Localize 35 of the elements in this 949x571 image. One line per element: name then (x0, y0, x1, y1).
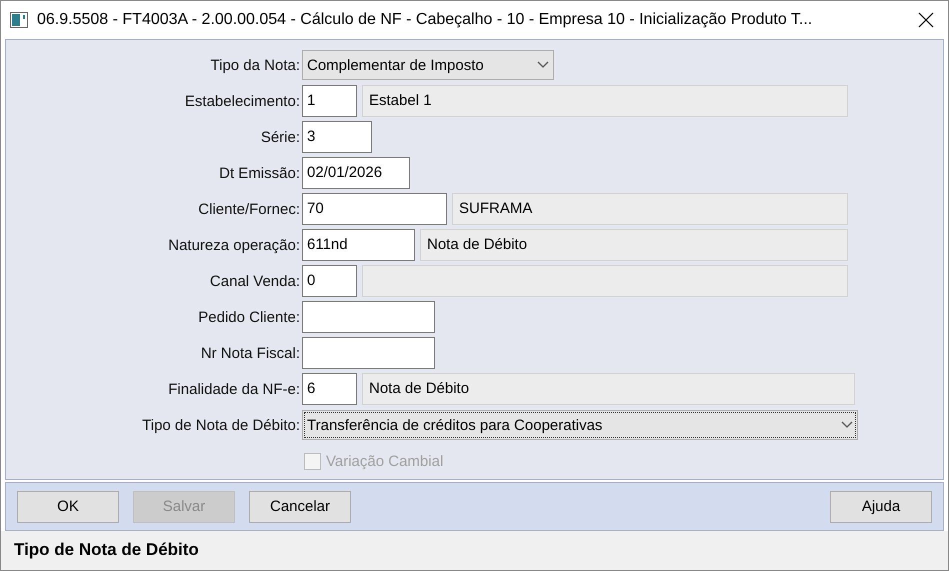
checkbox-label: Variação Cambial (326, 452, 444, 470)
field-label: Estabelecimento: (184, 92, 301, 110)
field-label: Finalidade da NF-e: (167, 380, 301, 398)
readonly-field: Nota de Débito (420, 229, 848, 262)
dialog-button[interactable]: Cancelar (249, 490, 351, 522)
field-label: Canal Venda: (208, 272, 301, 290)
readonly-field: Estabel 1 (362, 85, 848, 118)
chevron-icon (841, 421, 853, 430)
dialog-button[interactable]: OK (17, 490, 119, 522)
input-field[interactable] (302, 301, 435, 334)
field-label: Cliente/Fornec: (197, 200, 301, 218)
chevron-icon (537, 61, 549, 70)
input-field[interactable]: 611nd (302, 229, 415, 262)
app-icon (10, 12, 28, 28)
dropdown[interactable]: Transferência de créditos para Cooperativas (302, 410, 858, 440)
input-field[interactable]: 0 (302, 265, 357, 298)
dialog-button[interactable]: Ajuda (830, 490, 932, 522)
status-bar: Tipo de Nota de Débito (1, 530, 948, 570)
window-title: 06.9.5508 - FT4003A - 2.00.00.054 - Cálculo de NF - Cabeçalho - 10 - Empresa 10 - Inicialização Produto T... (37, 11, 814, 30)
input-field[interactable]: 6 (302, 373, 357, 406)
input-field[interactable]: 70 (302, 193, 447, 226)
input-field[interactable]: 1 (302, 85, 357, 118)
field-label: Dt Emissão: (218, 164, 301, 182)
field-label: Natureza operação: (167, 236, 301, 254)
input-field[interactable]: 02/01/2026 (302, 157, 410, 190)
input-field[interactable]: 3 (302, 121, 372, 154)
field-label: Série: (260, 128, 301, 146)
field-label: Tipo de Nota de Débito: (141, 416, 301, 434)
dropdown[interactable]: Complementar de Imposto (302, 50, 554, 80)
readonly-field: SUFRAMA (452, 193, 848, 226)
field-label: Pedido Cliente: (197, 308, 301, 326)
input-field[interactable] (302, 337, 435, 370)
field-label: Tipo da Nota: (210, 56, 301, 74)
readonly-field: Nota de Débito (362, 373, 855, 406)
field-label: Nr Nota Fiscal: (200, 344, 301, 362)
